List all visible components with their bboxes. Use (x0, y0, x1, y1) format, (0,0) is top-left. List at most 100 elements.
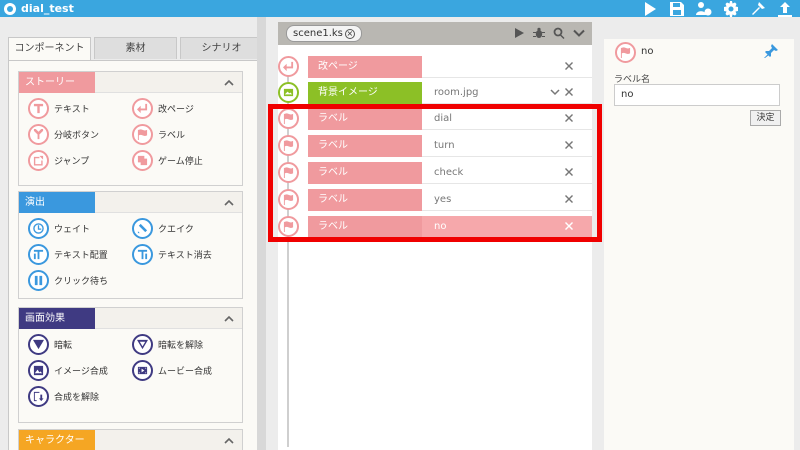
section-character-title: キャラクター (19, 430, 95, 450)
text-place-icon (28, 244, 49, 265)
section-character: キャラクター (18, 429, 243, 450)
chevron-down-icon[interactable] (550, 87, 560, 97)
inspector-panel: no ラベル名 no 決定 (604, 17, 800, 450)
chevron-down-icon[interactable] (572, 26, 586, 40)
component-click-wait[interactable]: クリック待ち (28, 270, 108, 291)
text-clear-icon (132, 244, 153, 265)
row-tag: 改ページ (308, 56, 422, 78)
component-label: ゲーム停止 (158, 157, 203, 167)
component-image-composite[interactable]: イメージ合成 (28, 360, 108, 381)
section-effects-title: 演出 (19, 192, 95, 213)
chevron-up-icon[interactable] (224, 198, 234, 208)
quake-icon (132, 218, 153, 239)
page-break-icon (278, 56, 299, 77)
component-fade-out[interactable]: 暗転 (28, 334, 72, 355)
component-wait[interactable]: ウェイト (28, 218, 90, 239)
row-value-text: room.jpg (434, 87, 479, 98)
component-label: ウェイト (54, 225, 91, 235)
page-break-icon (132, 98, 153, 119)
flag-icon (132, 124, 153, 145)
components-list: ストーリー テキスト 改ページ 分岐ボタン ラベル ジャンプ ゲーム停止 演出 … (8, 60, 257, 450)
play-icon[interactable] (512, 26, 526, 40)
label-name-input[interactable]: no (614, 84, 780, 106)
export-icon[interactable] (776, 1, 794, 17)
chevron-up-icon[interactable] (224, 314, 234, 324)
section-screen-effects-header[interactable]: 画面効果 (19, 308, 242, 329)
left-panel-scrollbar[interactable] (257, 17, 266, 450)
tab-scenario[interactable]: シナリオ (180, 37, 263, 59)
component-text-clear[interactable]: テキスト消去 (132, 244, 212, 265)
component-game-stop[interactable]: ゲーム停止 (132, 150, 203, 171)
play-icon[interactable] (641, 1, 659, 17)
component-text[interactable]: テキスト (28, 98, 90, 119)
fade-in-icon (132, 334, 153, 355)
section-story-header[interactable]: ストーリー (19, 72, 242, 93)
component-fade-in[interactable]: 暗転を解除 (132, 334, 203, 355)
close-tab-icon[interactable]: × (344, 29, 355, 39)
clock-icon (28, 218, 49, 239)
close-icon[interactable] (564, 87, 574, 97)
section-story: ストーリー テキスト 改ページ 分岐ボタン ラベル ジャンプ ゲーム停止 (18, 71, 243, 186)
close-icon[interactable] (564, 61, 574, 71)
section-story-title: ストーリー (19, 72, 95, 93)
component-label: ジャンプ (54, 157, 90, 167)
movie-composite-icon (132, 360, 153, 381)
component-branch-button[interactable]: 分岐ボタン (28, 124, 99, 145)
component-label: 分岐ボタン (54, 131, 100, 141)
component-text-place[interactable]: テキスト配置 (28, 244, 108, 265)
section-effects-header[interactable]: 演出 (19, 192, 242, 213)
chevron-up-icon[interactable] (224, 436, 234, 446)
build-icon[interactable] (749, 1, 767, 17)
tab-components[interactable]: コンポーネント (8, 37, 91, 61)
scene-tab-label: scene1.ks (293, 28, 343, 39)
section-screen-effects-title: 画面効果 (19, 308, 95, 329)
flag-icon (615, 42, 636, 63)
component-label: 暗転 (54, 341, 73, 351)
tab-assets[interactable]: 素材 (94, 37, 177, 59)
component-label-item[interactable]: ラベル (132, 124, 185, 145)
image-composite-icon (28, 360, 49, 381)
jump-icon (28, 150, 49, 171)
bg-image-icon (278, 82, 299, 103)
component-label: 合成を解除 (54, 393, 100, 403)
scene-toolbar: scene1.ks × (278, 22, 592, 45)
bug-icon[interactable] (532, 26, 546, 40)
confirm-button[interactable]: 決定 (750, 110, 781, 126)
scene-row-background[interactable]: 背景イメージ room.jpg (278, 81, 592, 105)
selection-highlight (268, 104, 602, 242)
component-jump[interactable]: ジャンプ (28, 150, 89, 171)
component-movie-composite[interactable]: ムービー合成 (132, 360, 212, 381)
app-logo-icon (4, 2, 16, 15)
settings-icon[interactable] (722, 0, 740, 17)
branch-icon (28, 124, 49, 145)
scrollbar-thumb[interactable] (257, 17, 266, 450)
component-label: 改ページ (158, 105, 194, 115)
stop-icon (132, 150, 153, 171)
save-icon[interactable] (668, 1, 686, 17)
section-screen-effects: 画面効果 暗転 暗転を解除 イメージ合成 ムービー合成 合成を解除 (18, 307, 243, 423)
inspector-body: no ラベル名 no 決定 (604, 39, 794, 450)
pin-icon[interactable] (764, 44, 778, 58)
text-icon (28, 98, 49, 119)
inspector-title: no (641, 46, 654, 57)
component-panel: コンポーネント 素材 シナリオ ストーリー テキスト 改ページ 分岐ボタン ラベ… (0, 17, 263, 450)
component-page-break[interactable]: 改ページ (132, 98, 194, 119)
component-label: テキスト (54, 105, 90, 115)
component-label: イメージ合成 (54, 367, 108, 377)
component-label: クリック待ち (54, 277, 109, 287)
app-title: dial_test (21, 2, 74, 15)
composite-clear-icon (28, 386, 49, 407)
pause-icon (28, 270, 49, 291)
scene-tab[interactable]: scene1.ks × (286, 25, 362, 42)
component-label: ラベル (158, 131, 186, 141)
component-composite-clear[interactable]: 合成を解除 (28, 386, 99, 407)
chevron-up-icon[interactable] (224, 78, 234, 88)
component-label: テキスト配置 (54, 251, 108, 261)
title-bar-toolbar (641, 0, 794, 17)
scene-row-page-break[interactable]: 改ページ (278, 55, 592, 79)
component-quake[interactable]: クエイク (132, 218, 194, 239)
users-gear-icon[interactable] (695, 1, 713, 17)
section-character-header[interactable]: キャラクター (19, 430, 242, 450)
search-icon[interactable] (552, 26, 566, 40)
section-effects: 演出 ウェイト クエイク テキスト配置 テキスト消去 クリック待ち (18, 191, 243, 299)
